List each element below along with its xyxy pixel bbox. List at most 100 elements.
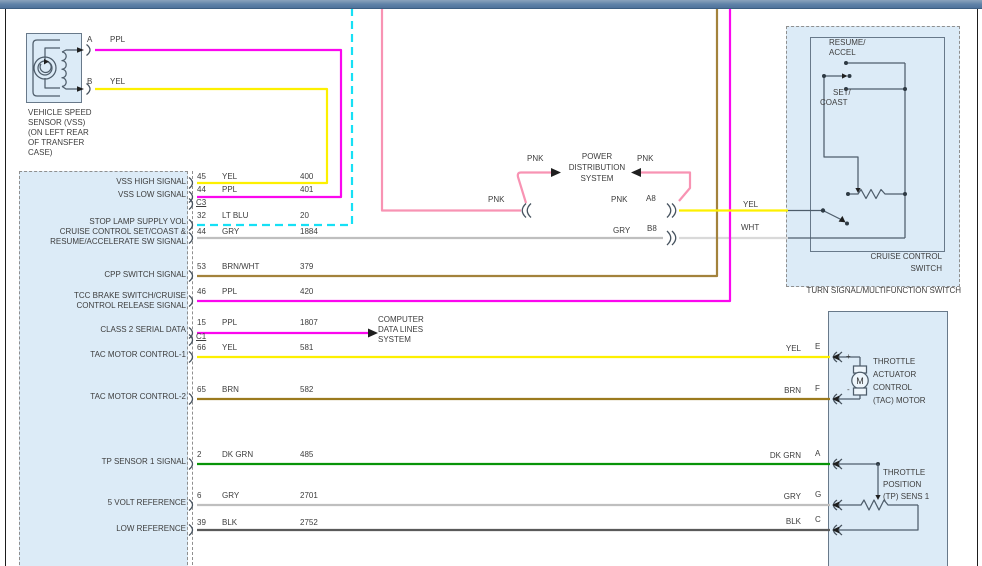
power-distribution-title: POWER (581, 152, 613, 161)
power-distribution-title: SYSTEM (580, 174, 614, 183)
terminal-letter-label: G (815, 490, 822, 499)
terminal-letter-label: C (815, 515, 821, 524)
offpage-arrows (368, 168, 641, 338)
tac-motor-name: (TAC) MOTOR (873, 396, 926, 405)
tac-motor-letter: M (856, 376, 864, 386)
pcm-signal-label: CONTROL RELEASE SIGNAL (76, 301, 186, 310)
wire-pin-label: 45 (197, 172, 206, 181)
tac-motor-name: ACTUATOR (873, 370, 917, 379)
wire-circuit-label: 485 (300, 450, 314, 459)
pcm-signal-label: STOP LAMP SUPPLY VOL (89, 217, 186, 226)
pnk-wire-label: PNK (527, 154, 544, 163)
tac-motor-name: THROTTLE (873, 357, 916, 366)
resume-accel-label: RESUME/ (829, 38, 866, 47)
pcm-signal-label: TCC BRAKE SWITCH/CRUISE (73, 291, 186, 300)
resume-accel-label: ACCEL (829, 48, 856, 57)
vss-name-line: VEHICLE SPEED (28, 108, 92, 117)
pcm-connector-c3-label: C3 (196, 198, 207, 207)
pnk-wire-label: PNK (637, 154, 654, 163)
pcm-signal-label: TAC MOTOR CONTROL-2 (90, 392, 186, 401)
terminal-letter-label: A (815, 449, 821, 458)
power-distribution-title: DISTRIBUTION (568, 163, 626, 172)
computer-data-lines-title: COMPUTER (378, 315, 424, 324)
right-window-border (977, 9, 978, 566)
tp-sensor-name: (TP) SENS 1 (883, 492, 930, 501)
window-titlebar-sliver (0, 0, 982, 9)
pcm-signal-label: 5 VOLT REFERENCE (107, 498, 186, 507)
wire-circuit-label: 582 (300, 385, 314, 394)
wire-pin-label: 32 (197, 211, 206, 220)
pcm-signal-label: RESUME/ACCELERATE SW SIGNAL (50, 237, 186, 246)
wire-pin-label: 53 (197, 262, 206, 271)
wire-pin-label: 2 (197, 450, 202, 459)
pcm-signal-label: TP SENSOR 1 SIGNAL (101, 457, 186, 466)
wire-circuit-label: 2752 (300, 518, 318, 527)
pcm-signal-label: CRUISE CONTROL SET/COAST & (59, 227, 186, 236)
connector-a8-label: A8 (646, 194, 656, 203)
connector-b8-label: B8 (647, 224, 657, 233)
wire-circuit-label: 400 (300, 172, 314, 181)
pnk-wire-label: PNK (488, 195, 505, 204)
terminal-letter-label: F (815, 384, 820, 393)
vss-name-line: CASE) (28, 148, 53, 157)
pcm-connector-c1-label: C1 (196, 332, 207, 341)
tac-motor-symbol: M (838, 356, 869, 400)
pcm-pin-connector-arcs (188, 176, 194, 537)
pcm-signal-label: LOW REFERENCE (116, 524, 186, 533)
pcm-signal-label: VSS HIGH SIGNAL (116, 177, 186, 186)
terminal-wire-color-label: GRY (783, 492, 801, 501)
wire-pin-label: 44 (197, 185, 206, 194)
set-coast-label: COAST (820, 98, 848, 107)
vss-wire-b-color-label: YEL (110, 77, 126, 86)
motor-plus-label: + (846, 352, 851, 361)
wht-wire-label: WHT (741, 223, 760, 232)
wire-color-label: PPL (222, 287, 238, 296)
gry-wire-label: GRY (613, 226, 631, 235)
vss-terminal-b-label: B (87, 77, 93, 86)
wire-color-label: BLK (222, 518, 238, 527)
pcm-signal-label: TAC MOTOR CONTROL-1 (90, 350, 186, 359)
yel-wire-label: YEL (743, 200, 759, 209)
wire-pin-label: 6 (197, 491, 202, 500)
wire-color-label: LT BLU (222, 211, 249, 220)
left-window-border (5, 9, 6, 566)
cruise-switch-name: CRUISE CONTROL (870, 252, 942, 261)
wire-color-label: BRN (222, 385, 239, 394)
vss-name-line: SENSOR (VSS) (28, 118, 86, 127)
computer-data-lines-title: SYSTEM (378, 335, 411, 344)
tac-motor-name: CONTROL (873, 383, 913, 392)
wire-color-label: BRN/WHT (222, 262, 260, 271)
wire-circuit-label: 2701 (300, 491, 318, 500)
pcm-signal-label: VSS LOW SIGNAL (117, 190, 186, 199)
vss-sensor-symbol (32, 39, 91, 97)
wire-circuit-label: 1884 (300, 227, 318, 236)
vss-name-line: OF TRANSFER (28, 138, 85, 147)
wire-circuit-label: 1807 (300, 318, 318, 327)
vss-wire-a-color-label: PPL (110, 35, 126, 44)
pcm-signal-label: CLASS 2 SERIAL DATA (100, 325, 186, 334)
wire-circuit-label: 581 (300, 343, 314, 352)
wire-color-label: GRY (222, 491, 240, 500)
vss-terminal-a-label: A (87, 35, 93, 44)
tp-sensor-name: POSITION (883, 480, 922, 489)
wire-pin-label: 65 (197, 385, 206, 394)
wiring-svg: M (32, 9, 919, 537)
terminal-letter-label: E (815, 342, 821, 351)
wire-color-label: PPL (222, 185, 238, 194)
terminal-wire-color-label: YEL (785, 344, 801, 353)
cruise-switch-name: SWITCH (910, 264, 942, 273)
wire-color-label: YEL (222, 343, 238, 352)
throttle-body-connector-arcs (832, 351, 843, 536)
wire-pin-label: 39 (197, 518, 206, 527)
terminal-wire-color-label: DK GRN (769, 451, 801, 460)
wire-pin-label: 15 (197, 318, 206, 327)
vss-name-line: (ON LEFT REAR (28, 128, 89, 137)
pnk-wire-label: PNK (611, 195, 628, 204)
wire-circuit-label: 401 (300, 185, 314, 194)
motor-minus-label: - (847, 385, 850, 394)
wire-color-label: DK GRN (222, 450, 254, 459)
wire-color-label: PPL (222, 318, 238, 327)
wire-pin-label: 66 (197, 343, 206, 352)
wire-pin-label: 44 (197, 227, 206, 236)
wiring-diagram-viewport: M A PPL B YEL VEHICLE SPEED SENSOR (VSS) (ON L… (0, 0, 982, 566)
